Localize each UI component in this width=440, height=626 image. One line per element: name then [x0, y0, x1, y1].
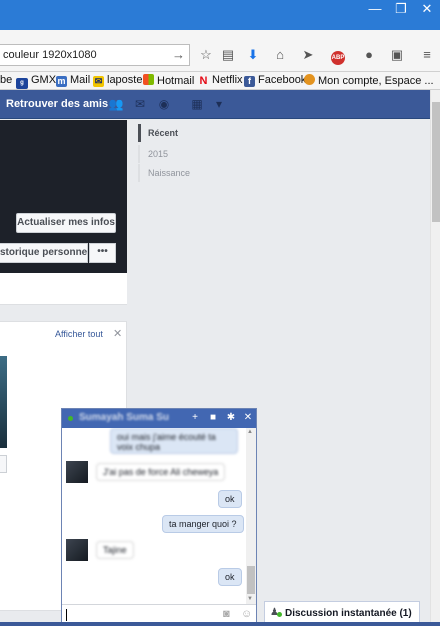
find-friends-link[interactable]: Retrouver des amis [6, 98, 108, 110]
bookmark-label: GMX [31, 74, 57, 86]
mail-icon: m [56, 76, 67, 87]
bookmark-be[interactable]: be [0, 74, 12, 86]
chat-window: Sumayah Suma Su + ■ ✱ ✕ oui mais j'aime … [61, 408, 257, 626]
chat-scrollbar-thumb[interactable] [247, 566, 255, 594]
bouygues-icon [304, 74, 315, 85]
update-info-button[interactable]: Actualiser mes infos [16, 213, 116, 233]
facebook-icon: f [244, 76, 255, 87]
show-all-link[interactable]: Afficher tout [55, 329, 103, 339]
profile-tabs [0, 273, 127, 305]
avatar[interactable] [66, 539, 88, 561]
message-bubble: ok [218, 490, 242, 508]
scroll-up-icon[interactable]: ▲ [247, 429, 253, 435]
taskbar-strip [0, 622, 440, 626]
laposte-icon: ✉ [93, 76, 104, 87]
video-call-icon[interactable]: ■ [206, 411, 220, 425]
message-bubble: oui mais j'aime écouté ta voix chupa [110, 428, 238, 454]
adblock-icon[interactable]: ABP [326, 45, 350, 65]
chevron-down-icon[interactable]: ▾ [211, 97, 227, 111]
go-arrow-icon[interactable]: → [172, 47, 185, 62]
download-icon[interactable]: ⬇ [243, 45, 263, 65]
bookmark-label: Facebook [258, 74, 307, 86]
pocket-icon[interactable]: ▣ [387, 45, 407, 65]
avatar[interactable] [66, 461, 88, 483]
bookmark-laposte[interactable]: ✉ laposte [93, 74, 142, 87]
chat-messages: oui mais j'aime écouté ta voix chupa J'a… [62, 428, 256, 604]
minimize-button[interactable]: — [362, 0, 388, 20]
photo-action-button[interactable] [0, 455, 7, 473]
bookmark-hotmail[interactable]: Hotmail [143, 74, 194, 87]
maximize-button[interactable]: ❐ [388, 0, 414, 20]
bookmark-label: Mon compte, Espace ... [318, 75, 434, 87]
scroll-down-icon[interactable]: ▼ [247, 596, 253, 602]
online-status-dot [68, 416, 73, 421]
bookmark-label: Hotmail [157, 75, 195, 87]
gear-icon[interactable]: ✱ [224, 411, 238, 425]
bookmark-label: Mail [70, 74, 91, 86]
quick-help-icon[interactable]: ▦ [190, 97, 204, 111]
timeline-2015[interactable]: 2015 [138, 145, 218, 163]
message-bubble: Tajine [96, 541, 134, 559]
bookmark-label: Netflix [212, 74, 243, 86]
bookmark-mon-compte[interactable]: Mon compte, Espace ... [304, 74, 434, 87]
bookmarks-bar: be g GMX m Mail ✉ laposte Hotmail N Netflix … [0, 72, 440, 90]
url-text[interactable]: couleur 1920x1080 [3, 49, 97, 61]
camera-icon[interactable]: ◙ [223, 608, 230, 620]
add-friends-icon[interactable]: + [188, 411, 202, 425]
close-icon[interactable]: ✕ [241, 411, 255, 425]
bookmark-gmx[interactable]: g GMX [16, 74, 56, 89]
chat-contact-name[interactable]: Sumayah Suma Su [79, 412, 169, 423]
url-bar[interactable]: couleur 1920x1080 → [0, 44, 190, 66]
message-bubble: ok [218, 568, 242, 586]
bookmark-facebook[interactable]: f Facebook [244, 74, 306, 87]
windows-icon [143, 74, 154, 85]
page-scrollbar[interactable] [430, 90, 440, 626]
window-titlebar: — ❐ ✕ [0, 0, 440, 30]
bookmark-mail[interactable]: m Mail [56, 74, 90, 87]
gmx-icon: g [16, 78, 28, 89]
chat-icon[interactable]: ● [359, 45, 379, 65]
browser-toolbar: couleur 1920x1080 → ☆ ▤ ⬇ ⌂ ➤ ABP ● ▣ ≡ [0, 30, 440, 72]
messages-icon[interactable]: ✉ [132, 97, 148, 111]
emoji-icon[interactable]: ☺ [241, 608, 252, 620]
message-bubble: ta manger quoi ? [162, 515, 244, 533]
reading-list-icon[interactable]: ▤ [218, 45, 238, 65]
bookmark-netflix[interactable]: N Netflix [198, 74, 243, 87]
online-status-dot [277, 612, 282, 617]
chat-header[interactable]: Sumayah Suma Su + ■ ✱ ✕ [62, 409, 256, 428]
home-icon[interactable]: ⌂ [270, 45, 290, 65]
page-scrollbar-thumb[interactable] [432, 102, 440, 222]
friend-requests-icon[interactable]: 👥 [108, 97, 124, 111]
menu-icon[interactable]: ≡ [417, 45, 437, 65]
close-icon[interactable]: ✕ [113, 327, 122, 340]
photo-thumbnail[interactable] [0, 356, 7, 448]
adblock-label: ABP [331, 51, 345, 65]
netflix-icon: N [199, 75, 208, 87]
timeline-birth[interactable]: Naissance [138, 164, 218, 182]
more-options-button[interactable]: ••• [89, 243, 116, 263]
chat-scrollbar[interactable]: ▲ ▼ [246, 428, 256, 604]
chat-tab-label[interactable]: Discussion instantanée (1) [285, 608, 412, 619]
timeline-recent[interactable]: Récent [138, 124, 218, 142]
notifications-globe-icon[interactable]: ◉ [156, 97, 172, 111]
bookmark-label: be [0, 74, 13, 86]
close-window-button[interactable]: ✕ [414, 0, 440, 20]
bookmark-label: laposte [107, 74, 143, 86]
message-bubble: J'ai pas de force Ali cheweya [96, 463, 226, 481]
send-icon[interactable]: ➤ [298, 45, 318, 65]
star-icon[interactable]: ☆ [196, 45, 216, 65]
facebook-header: Retrouver des amis 👥 ✉ ◉ ▦ ▾ [0, 90, 430, 119]
activity-log-button[interactable]: storique personnel [0, 243, 88, 263]
text-caret [66, 609, 67, 621]
